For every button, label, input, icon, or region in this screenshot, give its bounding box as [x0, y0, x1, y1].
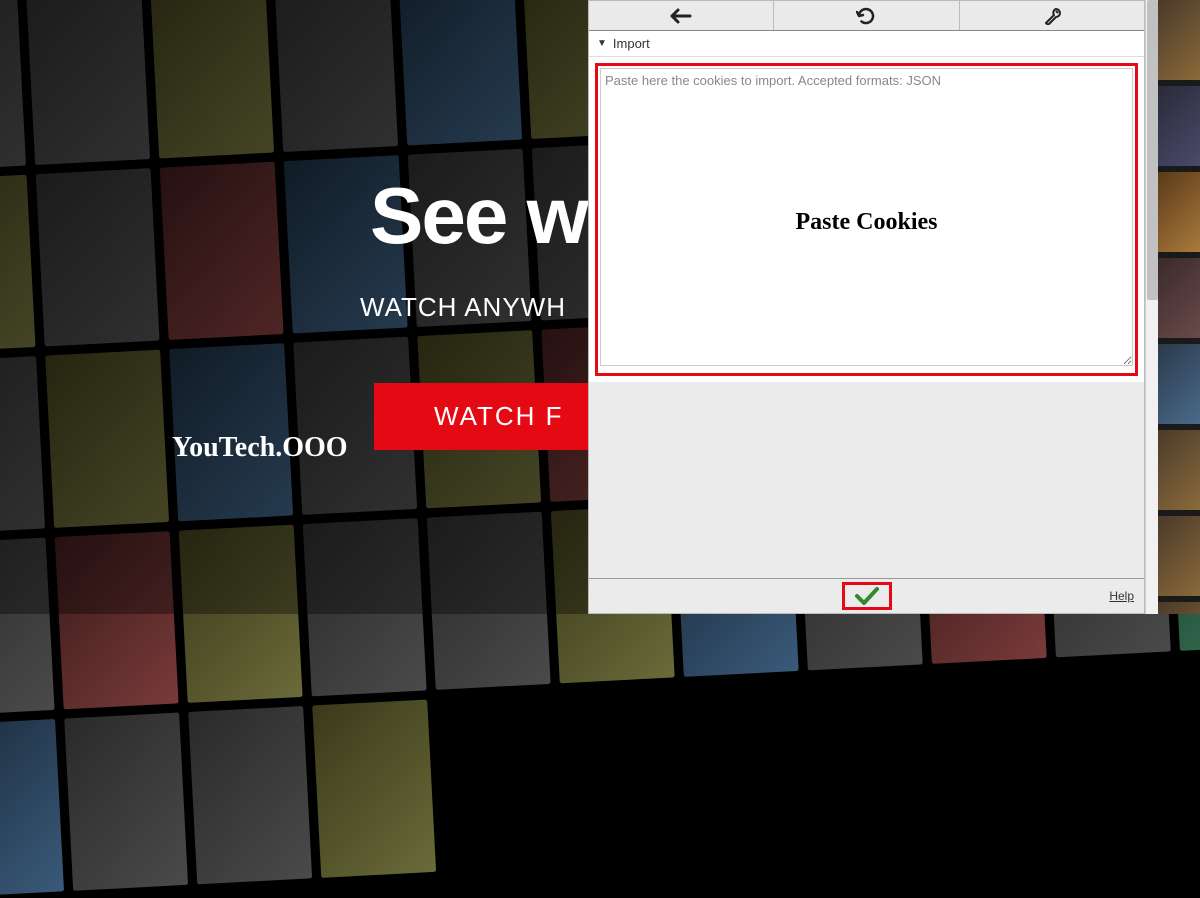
- refresh-button[interactable]: [774, 1, 959, 30]
- watch-free-button[interactable]: WATCH F: [374, 383, 624, 450]
- wrench-icon: [1043, 7, 1061, 25]
- back-arrow-icon: [670, 8, 692, 24]
- popup-toolbar: [589, 1, 1144, 31]
- scrollbar-thumb[interactable]: [1147, 0, 1158, 300]
- popup-spacer: [589, 382, 1144, 578]
- confirm-import-button[interactable]: [842, 582, 892, 610]
- watermark-text: YouTech.OOO: [172, 432, 348, 464]
- collapse-arrow-icon: ▼: [597, 38, 607, 49]
- hero-content: See w WATCH ANYWH: [370, 170, 587, 323]
- checkmark-icon: [855, 587, 879, 605]
- popup-footer: Help: [589, 578, 1144, 613]
- help-link[interactable]: Help: [1109, 589, 1134, 603]
- import-area: [589, 57, 1144, 382]
- cookie-editor-popup: ▼ Import Paste Cookies Help: [588, 0, 1145, 614]
- settings-button[interactable]: [960, 1, 1144, 30]
- import-section-label: Import: [613, 36, 650, 51]
- import-textarea[interactable]: [600, 68, 1133, 366]
- page-right-strip: [1158, 0, 1200, 614]
- popup-scrollbar[interactable]: [1145, 0, 1158, 614]
- import-textarea-highlight: [595, 63, 1138, 376]
- refresh-icon: [856, 6, 876, 26]
- hero-title: See w: [370, 170, 587, 262]
- back-button[interactable]: [589, 1, 774, 30]
- hero-subtitle: WATCH ANYWH: [360, 292, 587, 323]
- import-section-header[interactable]: ▼ Import: [589, 31, 1144, 57]
